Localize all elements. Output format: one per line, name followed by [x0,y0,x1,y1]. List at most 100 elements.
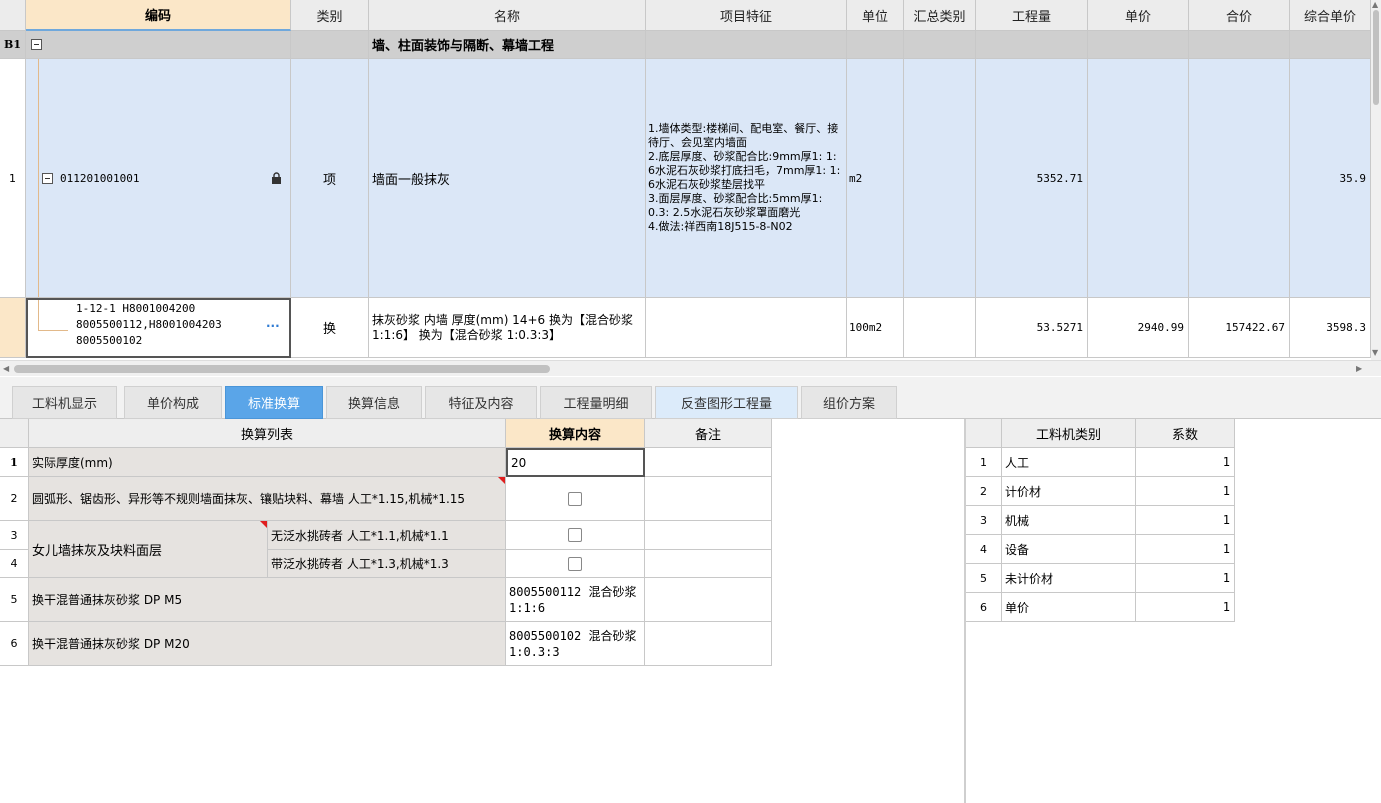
tab-features-content[interactable]: 特征及内容 [425,386,537,419]
sub-summary-type[interactable] [904,298,976,358]
item-category[interactable]: 项 [291,59,369,298]
item-price[interactable] [1088,59,1189,298]
mortar-replacement-value[interactable]: 8005500102 混合砂浆 1:0.3:3 [506,622,645,666]
item-composite-price[interactable]: 35.9 [1290,59,1371,298]
col-header-coefficient[interactable]: 系数 [1136,419,1235,448]
horizontal-scroll-thumb[interactable] [14,365,550,373]
remark-cell[interactable] [645,578,772,622]
tab-price-composition[interactable]: 单价构成 [124,386,222,419]
section-features-cell[interactable] [646,31,847,59]
row-number[interactable]: 6 [966,593,1002,622]
sub-unit[interactable]: 100m2 [847,298,904,358]
conversion-label-text: 圆弧形、锯齿形、异形等不规则墙面抹灰、镶贴块料、幕墙 人工*1.15,机械*1.… [32,491,466,506]
tab-conversion-info[interactable]: 换算信息 [326,386,422,419]
col-header-total[interactable]: 合价 [1189,0,1290,31]
checkbox[interactable] [568,556,582,571]
scroll-down-icon[interactable]: ▼ [1372,348,1378,357]
section-quantity-cell[interactable] [976,31,1088,59]
sub-code-cell[interactable]: 1-12-1 H8001004200 8005500112,H800100420… [26,298,291,358]
section-summary-cell[interactable] [904,31,976,59]
item-quantity[interactable]: 5352.71 [976,59,1088,298]
row-number[interactable]: 3 [966,506,1002,535]
conversion-checkbox-cell[interactable] [506,477,645,521]
row-number-selected[interactable] [0,298,26,358]
col-header-conversion-content[interactable]: 换算内容 [506,419,645,448]
section-unit-cell[interactable] [847,31,904,59]
remark-cell[interactable] [645,521,772,550]
scroll-left-icon[interactable]: ◀ [3,364,9,373]
coefficient-value[interactable]: 1 [1136,448,1235,477]
row-number[interactable]: 5 [0,578,29,622]
col-header-features[interactable]: 项目特征 [646,0,847,31]
horizontal-scrollbar[interactable]: ◀ ▶ [0,360,1381,376]
row-number[interactable]: 1 [0,59,26,298]
tab-labor-material-machine[interactable]: 工料机显示 [12,386,117,419]
conversion-checkbox-cell[interactable] [506,550,645,578]
coefficient-value[interactable]: 1 [1136,535,1235,564]
section-name[interactable]: 墙、柱面装饰与隔断、幕墙工程 [369,31,646,59]
col-header-conversion-list[interactable]: 换算列表 [29,419,506,448]
col-header-code[interactable]: 编码 [26,0,291,31]
coefficient-value[interactable]: 1 [1136,506,1235,535]
tab-standard-conversion[interactable]: 标准换算 [225,386,323,419]
row-number[interactable]: 2 [966,477,1002,506]
checkbox[interactable] [568,491,582,506]
col-header-category[interactable]: 类别 [291,0,369,31]
item-name[interactable]: 墙面一般抹灰 [369,59,646,298]
col-header-composite-price[interactable]: 综合单价 [1290,0,1371,31]
remark-cell[interactable] [645,477,772,521]
section-total-cell[interactable] [1189,31,1290,59]
col-header-name[interactable]: 名称 [369,0,646,31]
row-number[interactable]: 2 [0,477,29,521]
row-number[interactable]: 6 [0,622,29,666]
section-code-cell[interactable] [26,31,291,59]
row-number[interactable]: 4 [0,550,29,578]
sub-quantity[interactable]: 53.5271 [976,298,1088,358]
scroll-up-icon[interactable]: ▲ [1372,0,1378,9]
checkbox[interactable] [568,528,582,542]
mortar-replacement-value[interactable]: 8005500112 混合砂浆 1:1:6 [506,578,645,622]
more-options-button[interactable]: ··· [266,319,280,333]
item-total[interactable] [1189,59,1290,298]
sub-total[interactable]: 157422.67 [1189,298,1290,358]
sub-name[interactable]: 抹灰砂浆 内墙 厚度(mm) 14+6 换为【混合砂浆 1:1:6】 换为【混合… [369,298,646,358]
row-number[interactable]: 1 [0,448,29,477]
tab-reverse-graphic-quantity[interactable]: 反查图形工程量 [655,386,798,419]
item-features[interactable]: 1.墙体类型:楼梯间、配电室、餐厅、接待厅、会见室内墙面 2.底层厚度、砂浆配合… [646,59,847,298]
item-code-cell[interactable]: 011201001001 [26,59,291,298]
section-category-cell[interactable] [291,31,369,59]
row-number[interactable]: 4 [966,535,1002,564]
item-unit[interactable]: m2 [847,59,904,298]
conversion-checkbox-cell[interactable] [506,521,645,550]
col-header-summary-type[interactable]: 汇总类别 [904,0,976,31]
col-header-material-type[interactable]: 工料机类别 [1002,419,1136,448]
collapse-icon[interactable] [31,39,42,50]
col-header-quantity[interactable]: 工程量 [976,0,1088,31]
vertical-scroll-thumb[interactable] [1373,10,1379,105]
thickness-input[interactable]: 20 [506,448,645,477]
section-composite-cell[interactable] [1290,31,1371,59]
row-number[interactable]: 3 [0,521,29,550]
remark-cell[interactable] [645,448,772,477]
collapse-icon[interactable] [42,173,53,184]
coefficient-value[interactable]: 1 [1136,564,1235,593]
coefficient-value[interactable]: 1 [1136,477,1235,506]
section-price-cell[interactable] [1088,31,1189,59]
sub-category[interactable]: 换 [291,298,369,358]
sub-composite-price[interactable]: 3598.3 [1290,298,1371,358]
row-number[interactable]: 5 [966,564,1002,593]
coefficient-value[interactable]: 1 [1136,593,1235,622]
item-summary-type[interactable] [904,59,976,298]
vertical-scrollbar[interactable]: ▲ ▼ [1371,0,1381,360]
sub-price[interactable]: 2940.99 [1088,298,1189,358]
scroll-right-icon[interactable]: ▶ [1356,364,1362,373]
remark-cell[interactable] [645,622,772,666]
col-header-unit[interactable]: 单位 [847,0,904,31]
sub-features[interactable] [646,298,847,358]
remark-cell[interactable] [645,550,772,578]
col-header-remark[interactable]: 备注 [645,419,772,448]
row-number[interactable]: 1 [966,448,1002,477]
tab-pricing-scheme[interactable]: 组价方案 [801,386,897,419]
col-header-price[interactable]: 单价 [1088,0,1189,31]
tab-quantity-details[interactable]: 工程量明细 [540,386,652,419]
